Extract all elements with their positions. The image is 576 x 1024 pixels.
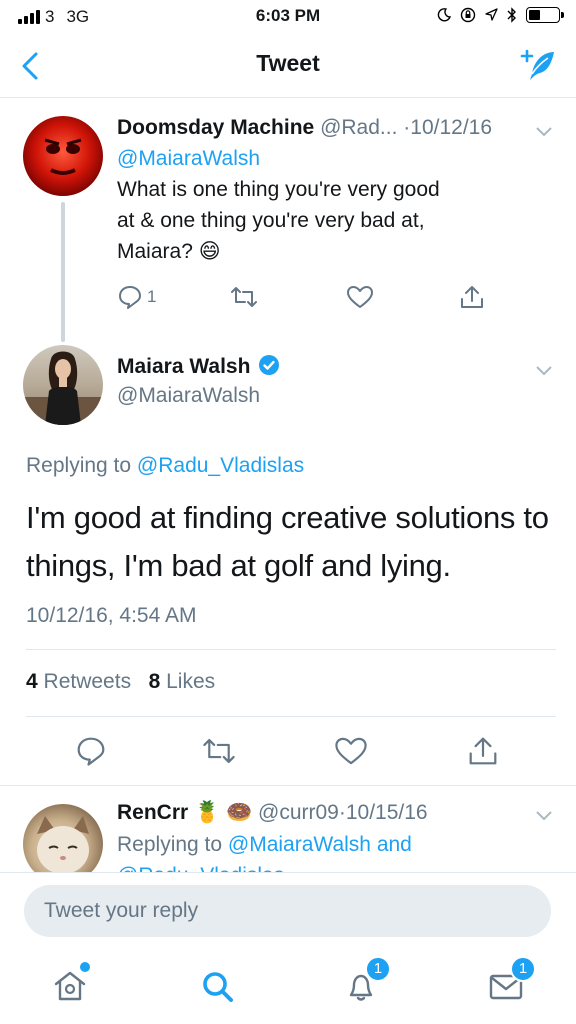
- status-bar: 3 3G 6:03 PM: [0, 0, 576, 34]
- retweet-button[interactable]: [202, 735, 236, 767]
- reply-tweet[interactable]: RenCrr 🍍 🍩 @curr09·10/15/16 Replying to …: [0, 785, 576, 873]
- tweet-stats: 4 Retweets 8 Likes: [26, 670, 215, 694]
- tweet-text-line: What is one thing you're very good: [117, 178, 440, 201]
- reply-button[interactable]: 1: [117, 284, 156, 310]
- tweet-header: Maiara Walsh: [117, 354, 280, 379]
- tweet-text-line: at & one thing you're very bad at,: [117, 209, 425, 232]
- avatar-cat-image: [37, 816, 89, 873]
- heart-icon: [335, 737, 367, 765]
- mention-link[interactable]: @MaiaraWalsh: [117, 143, 537, 174]
- separator-dot: ·: [338, 801, 346, 824]
- reply-icon: [77, 737, 105, 766]
- divider: [26, 716, 556, 717]
- page-title: Tweet: [256, 50, 320, 76]
- battery-icon: [526, 7, 564, 23]
- share-button[interactable]: [459, 284, 485, 310]
- like-button[interactable]: [334, 735, 368, 767]
- like-button[interactable]: [346, 284, 374, 310]
- reply-input[interactable]: [24, 885, 551, 937]
- reply-count: 1: [147, 287, 157, 306]
- tab-search[interactable]: [195, 964, 239, 1008]
- chevron-down-icon[interactable]: [534, 808, 554, 822]
- reply-icon: [119, 286, 141, 309]
- new-content-dot: [80, 962, 90, 972]
- retweet-icon: [231, 287, 257, 307]
- user-handle[interactable]: @MaiaraWalsh: [117, 384, 260, 408]
- tweet-text-line: Maiara? 😄: [117, 240, 221, 263]
- notifications-badge: 1: [365, 956, 391, 982]
- tweet-header: RenCrr 🍍 🍩 @curr09·10/15/16: [117, 801, 428, 825]
- parent-tweet[interactable]: Doomsday Machine @Rad... ·10/12/16 @Maia…: [0, 98, 576, 343]
- orientation-lock-icon: [460, 7, 476, 23]
- heart-icon: [347, 286, 373, 308]
- avatar[interactable]: [23, 804, 103, 873]
- chevron-down-icon[interactable]: [534, 124, 554, 138]
- retweets-count: 4: [26, 670, 38, 693]
- verified-badge-icon: [259, 355, 280, 375]
- retweet-icon: [203, 738, 235, 764]
- likes-count: 8: [148, 670, 161, 693]
- replying-prefix: Replying to: [117, 833, 223, 856]
- tweet-actions: [0, 733, 576, 773]
- share-icon: [469, 737, 497, 765]
- user-name[interactable]: Doomsday Machine: [117, 116, 314, 139]
- replying-to-link[interactable]: @MaiaraWalsh and: [228, 833, 412, 856]
- tweet-header: Doomsday Machine @Rad... ·10/12/16: [117, 116, 492, 140]
- compose-tweet-button[interactable]: [518, 46, 558, 86]
- tab-bar: 1 1: [0, 952, 576, 1024]
- retweet-button[interactable]: [230, 284, 258, 310]
- tab-messages[interactable]: 1: [484, 956, 536, 1008]
- tweet-text: I'm good at finding creative solutions t…: [26, 500, 549, 583]
- likes-label: Likes: [166, 670, 216, 693]
- replying-to: Replying to @MaiaraWalsh and: [117, 833, 412, 857]
- avatar-photo-image: [23, 351, 103, 425]
- status-right: [437, 7, 564, 23]
- replying-to: Replying to @Radu_Vladislas: [26, 454, 304, 478]
- tab-notifications[interactable]: 1: [339, 956, 391, 1008]
- avatar[interactable]: [23, 345, 103, 425]
- reply-button[interactable]: [75, 735, 107, 767]
- share-button[interactable]: [467, 735, 499, 767]
- tweet-text: @MaiaraWalsh What is one thing you're ve…: [117, 143, 537, 267]
- tweet-timestamp: 10/12/16, 4:54 AM: [26, 604, 197, 627]
- user-handle[interactable]: @curr09: [258, 801, 339, 824]
- divider: [26, 649, 556, 650]
- avatar-face-image: [44, 138, 82, 175]
- compose-feather-icon: [520, 49, 554, 80]
- retweets-label: Retweets: [43, 670, 132, 693]
- thread-line: [61, 202, 65, 342]
- bluetooth-icon: [507, 7, 516, 23]
- tweet-actions: 1: [117, 284, 517, 314]
- user-emoji: 🍍 🍩: [194, 801, 253, 824]
- likes-stat[interactable]: 8 Likes: [149, 670, 216, 693]
- location-icon: [485, 8, 498, 21]
- nav-bar: Tweet: [0, 34, 576, 98]
- replying-to-link[interactable]: @Radu_Vladislas: [137, 454, 304, 477]
- tweet-date[interactable]: 10/12/16: [410, 116, 492, 139]
- chevron-down-icon[interactable]: [534, 363, 554, 377]
- messages-badge: 1: [510, 956, 536, 982]
- handle-text: @MaiaraWalsh: [117, 384, 261, 407]
- user-name[interactable]: RenCrr: [117, 801, 188, 824]
- user-name[interactable]: Maiara Walsh: [117, 355, 250, 378]
- retweets-stat[interactable]: 4 Retweets: [26, 670, 131, 693]
- tweet-date[interactable]: 10/15/16: [346, 801, 428, 824]
- replying-prefix: Replying to: [26, 454, 132, 477]
- user-handle[interactable]: @Rad...: [320, 116, 397, 139]
- search-icon: [203, 972, 233, 1002]
- share-icon: [461, 286, 483, 308]
- moon-icon: [437, 8, 451, 22]
- tab-home[interactable]: [48, 962, 92, 1008]
- reply-composer: [0, 872, 576, 952]
- avatar[interactable]: [23, 116, 103, 196]
